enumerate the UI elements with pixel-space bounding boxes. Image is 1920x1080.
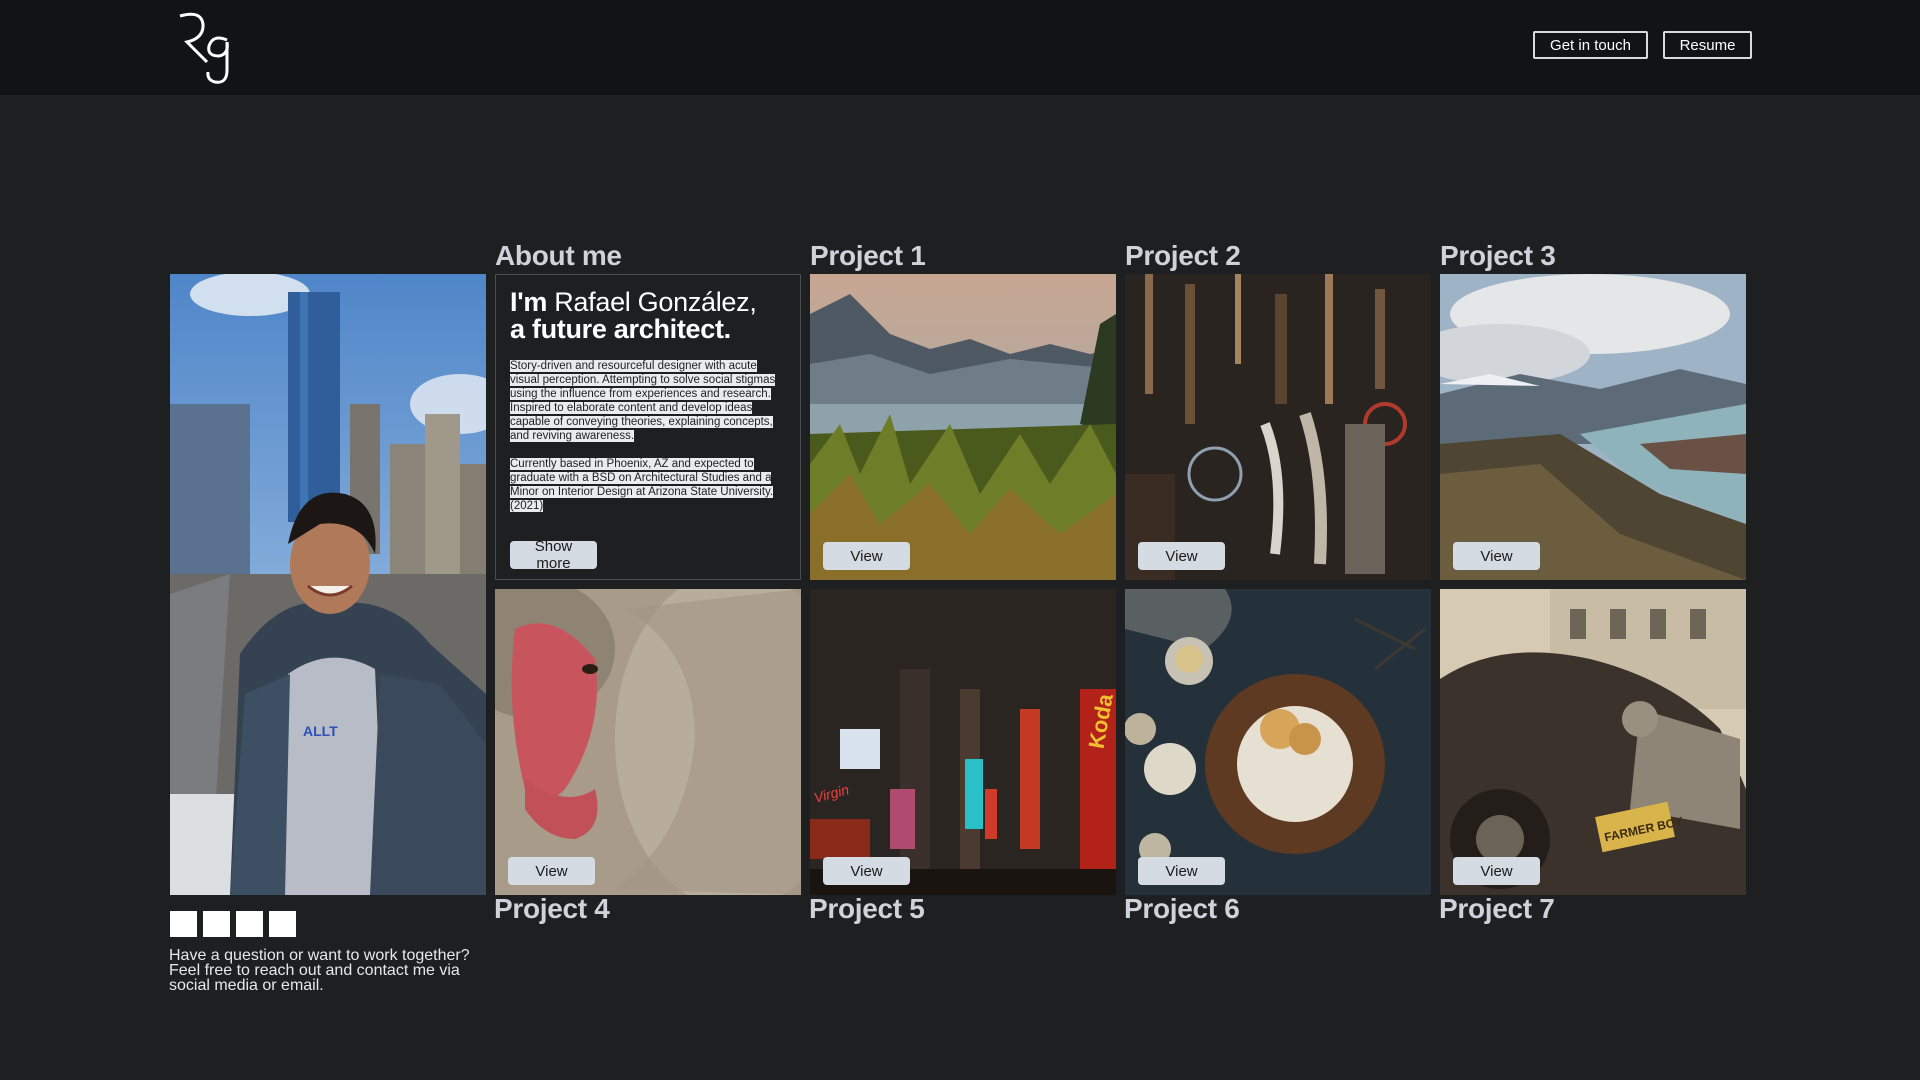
project-5-image: Koda Virgin xyxy=(810,589,1116,895)
get-in-touch-button[interactable]: Get in touch xyxy=(1533,31,1648,59)
project-5-title: Project 5 xyxy=(809,893,925,924)
project-4-title: Project 4 xyxy=(494,893,610,924)
social-icon-3[interactable] xyxy=(236,911,263,937)
project-4-view-button[interactable]: View xyxy=(508,857,595,885)
social-links xyxy=(170,911,296,937)
project-1-card[interactable]: View xyxy=(810,274,1116,580)
logo-icon[interactable] xyxy=(175,12,237,84)
about-paragraph-2: Currently based in Phoenix, AZ and expec… xyxy=(510,458,774,512)
about-paragraph-1: Story-driven and resourceful designer wi… xyxy=(510,360,776,442)
social-icon-2[interactable] xyxy=(203,911,230,937)
project-7-view-button[interactable]: View xyxy=(1453,857,1540,885)
project-2-image xyxy=(1125,274,1431,580)
project-6-view-button[interactable]: View xyxy=(1138,857,1225,885)
project-3-image xyxy=(1440,274,1746,580)
social-icon-4[interactable] xyxy=(269,911,296,937)
project-6-title: Project 6 xyxy=(1124,893,1240,924)
project-6-image xyxy=(1125,589,1431,895)
project-7-title: Project 7 xyxy=(1439,893,1555,924)
project-3-card[interactable]: View xyxy=(1440,274,1746,580)
top-navigation-bar: Get in touch Resume xyxy=(0,0,1920,95)
about-card: I'm Rafael González, a future architect.… xyxy=(495,274,801,580)
project-7-card[interactable]: FARMER BOY View xyxy=(1440,589,1746,895)
project-7-image: FARMER BOY xyxy=(1440,589,1746,895)
project-6-card[interactable]: View xyxy=(1125,589,1431,895)
project-4-card[interactable]: View xyxy=(495,589,801,895)
social-icon-1[interactable] xyxy=(170,911,197,937)
project-1-image xyxy=(810,274,1116,580)
portrait-image: ALLT xyxy=(170,274,486,895)
project-3-title: Project 3 xyxy=(1440,240,1556,271)
about-title: About me xyxy=(495,240,622,271)
project-3-view-button[interactable]: View xyxy=(1453,542,1540,570)
project-5-card[interactable]: Koda Virgin View xyxy=(810,589,1116,895)
project-1-view-button[interactable]: View xyxy=(823,542,910,570)
project-2-view-button[interactable]: View xyxy=(1138,542,1225,570)
project-1-title: Project 1 xyxy=(810,240,926,271)
about-heading-line2: a future architect. xyxy=(510,314,731,344)
about-heading: I'm Rafael González, a future architect. xyxy=(510,289,757,343)
project-2-card[interactable]: View xyxy=(1125,274,1431,580)
about-heading-im: I'm xyxy=(510,287,548,317)
show-more-button[interactable]: Show more xyxy=(510,538,597,572)
project-4-image xyxy=(495,589,801,895)
hoodie-text: ALLT xyxy=(303,723,338,739)
contact-text: Have a question or want to work together… xyxy=(169,947,470,994)
resume-button[interactable]: Resume xyxy=(1663,31,1752,59)
project-2-title: Project 2 xyxy=(1125,240,1241,271)
project-5-view-button[interactable]: View xyxy=(823,857,910,885)
about-heading-name: Rafael González, xyxy=(547,287,757,317)
